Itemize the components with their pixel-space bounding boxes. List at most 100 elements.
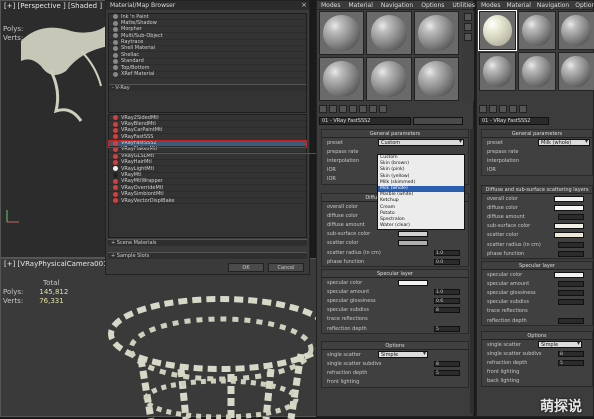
menu-options[interactable]: Options: [575, 1, 594, 9]
color-swatch[interactable]: [554, 204, 584, 211]
sample-slot[interactable]: [366, 57, 412, 101]
get-material-icon[interactable]: [319, 105, 327, 113]
spinner[interactable]: 0.0: [434, 258, 460, 265]
specular-header[interactable]: Specular layer: [482, 262, 592, 270]
color-swatch[interactable]: [554, 232, 584, 239]
menu-material[interactable]: Material: [348, 1, 372, 9]
options-rollout: Options single scatterSimple single scat…: [481, 331, 593, 387]
sample-slot[interactable]: [413, 57, 459, 101]
color-swatch[interactable]: [554, 271, 584, 278]
single-scatter-dropdown[interactable]: Simple: [378, 351, 428, 359]
param-row: back lighting: [487, 378, 520, 385]
sample-slot[interactable]: [319, 57, 365, 101]
sample-type-icon[interactable]: [464, 13, 472, 21]
color-swatch[interactable]: [398, 279, 428, 286]
viewport-header[interactable]: [+] [Perspective ] [Shaded ]: [1, 1, 109, 11]
preset-dropdown[interactable]: Custom: [378, 139, 464, 147]
spinner[interactable]: 1.0: [434, 249, 460, 256]
scrollbar[interactable]: [470, 129, 474, 414]
viewport-camera[interactable]: [+] [VRayPhysicalCamera001 ] [Shaded ] T…: [0, 258, 321, 419]
menu-modes[interactable]: Modes: [321, 1, 340, 9]
material-editor-2: Modes Material Navigation Options 01 - V…: [476, 0, 594, 417]
spinner[interactable]: 8: [558, 350, 584, 357]
material-name-field[interactable]: 01 - VRay FastSSS2: [319, 117, 411, 125]
spinner[interactable]: [558, 299, 584, 306]
vray-section-header[interactable]: - V-Ray: [109, 83, 306, 91]
menu-utilities[interactable]: Utilities: [452, 1, 475, 9]
options-header[interactable]: Options: [482, 332, 592, 340]
reset-icon[interactable]: [349, 105, 357, 113]
menu-navigation[interactable]: Navigation: [537, 1, 569, 9]
sample-slot[interactable]: [479, 52, 517, 91]
show-map-icon[interactable]: [379, 105, 387, 113]
cancel-button[interactable]: Cancel: [268, 263, 304, 272]
sample-slot[interactable]: [319, 11, 365, 55]
material-name-field[interactable]: 01 - VRay FastSSS2: [479, 117, 549, 125]
specular-header[interactable]: Specular layer: [322, 270, 468, 278]
spinner[interactable]: 0.6: [434, 297, 460, 304]
viewport-perspective[interactable]: [+] [Perspective ] [Shaded ] Polys: Vert…: [0, 0, 110, 258]
assign-icon[interactable]: [339, 105, 347, 113]
browser-title-text: Material/Map Browser: [110, 2, 176, 9]
sample-slot[interactable]: [557, 52, 594, 91]
get-material-icon[interactable]: [479, 105, 487, 113]
sample-slot[interactable]: [557, 11, 594, 50]
put-to-scene-icon[interactable]: [329, 105, 337, 113]
spinner[interactable]: [558, 213, 584, 220]
color-swatch[interactable]: [554, 223, 584, 230]
preset-dropdown[interactable]: Milk (whole): [538, 139, 590, 147]
spinner[interactable]: 5: [434, 325, 460, 332]
spinner[interactable]: 8: [434, 360, 460, 367]
spinner[interactable]: [558, 241, 584, 248]
menu-modes[interactable]: Modes: [481, 1, 500, 9]
material-type-button[interactable]: [413, 117, 463, 125]
general-header[interactable]: General parameters: [482, 130, 592, 138]
param-row: sub-surface color: [482, 222, 592, 231]
sample-slot[interactable]: [413, 11, 459, 55]
assign-icon[interactable]: [499, 105, 507, 113]
unique-icon[interactable]: [369, 105, 377, 113]
color-swatch[interactable]: [554, 195, 584, 202]
put-to-scene-icon[interactable]: [489, 105, 497, 113]
sample-slot[interactable]: [518, 52, 556, 91]
backlight-icon[interactable]: [464, 23, 472, 31]
reset-icon[interactable]: [509, 105, 517, 113]
spinner[interactable]: 5: [434, 369, 460, 376]
menu-navigation[interactable]: Navigation: [381, 1, 413, 9]
spinner[interactable]: [558, 280, 584, 287]
sample-slot[interactable]: [366, 11, 412, 55]
spinner[interactable]: 5: [558, 359, 584, 366]
sample-slots-grid: [477, 10, 594, 91]
single-scatter-dropdown[interactable]: Simple: [538, 341, 582, 349]
sample-slot[interactable]: [518, 11, 556, 50]
sample-slots-header[interactable]: + Sample Slots: [108, 252, 307, 259]
list-item[interactable]: XRef Material: [109, 71, 306, 78]
param-row: specular color: [322, 278, 468, 287]
color-swatch[interactable]: [398, 240, 428, 247]
menu-material[interactable]: Material: [506, 1, 530, 9]
dropdown-option[interactable]: Water (clear): [378, 223, 464, 229]
material-icon: [113, 198, 118, 204]
color-swatch[interactable]: [398, 231, 428, 238]
copy-icon[interactable]: [519, 105, 527, 113]
spinner[interactable]: [558, 317, 584, 324]
menu-options[interactable]: Options: [421, 1, 444, 9]
spinner[interactable]: [558, 250, 584, 257]
close-icon[interactable]: ×: [301, 1, 307, 10]
spinner[interactable]: 8: [434, 307, 460, 314]
background-icon[interactable]: [464, 33, 472, 41]
copy-icon[interactable]: [359, 105, 367, 113]
param-row: scatter color: [322, 239, 468, 248]
scene-materials-header[interactable]: + Scene Materials: [108, 239, 307, 246]
options-header[interactable]: Options: [322, 342, 468, 350]
spinner[interactable]: [558, 289, 584, 296]
spinner[interactable]: 1.0: [434, 288, 460, 295]
axis-gizmo: [6, 210, 19, 223]
general-header[interactable]: General parameters: [322, 130, 468, 138]
material-editor-1: Modes Material Navigation Options Utilit…: [316, 0, 475, 417]
specular-rollout: Specular layer specular color specular a…: [321, 269, 469, 335]
sample-slot[interactable]: [477, 10, 518, 51]
diffuse-header[interactable]: Diffuse and sub-surface scattering layer…: [482, 186, 592, 194]
list-item[interactable]: VRayVectorDisplBake: [109, 198, 306, 205]
ok-button[interactable]: OK: [228, 263, 264, 272]
